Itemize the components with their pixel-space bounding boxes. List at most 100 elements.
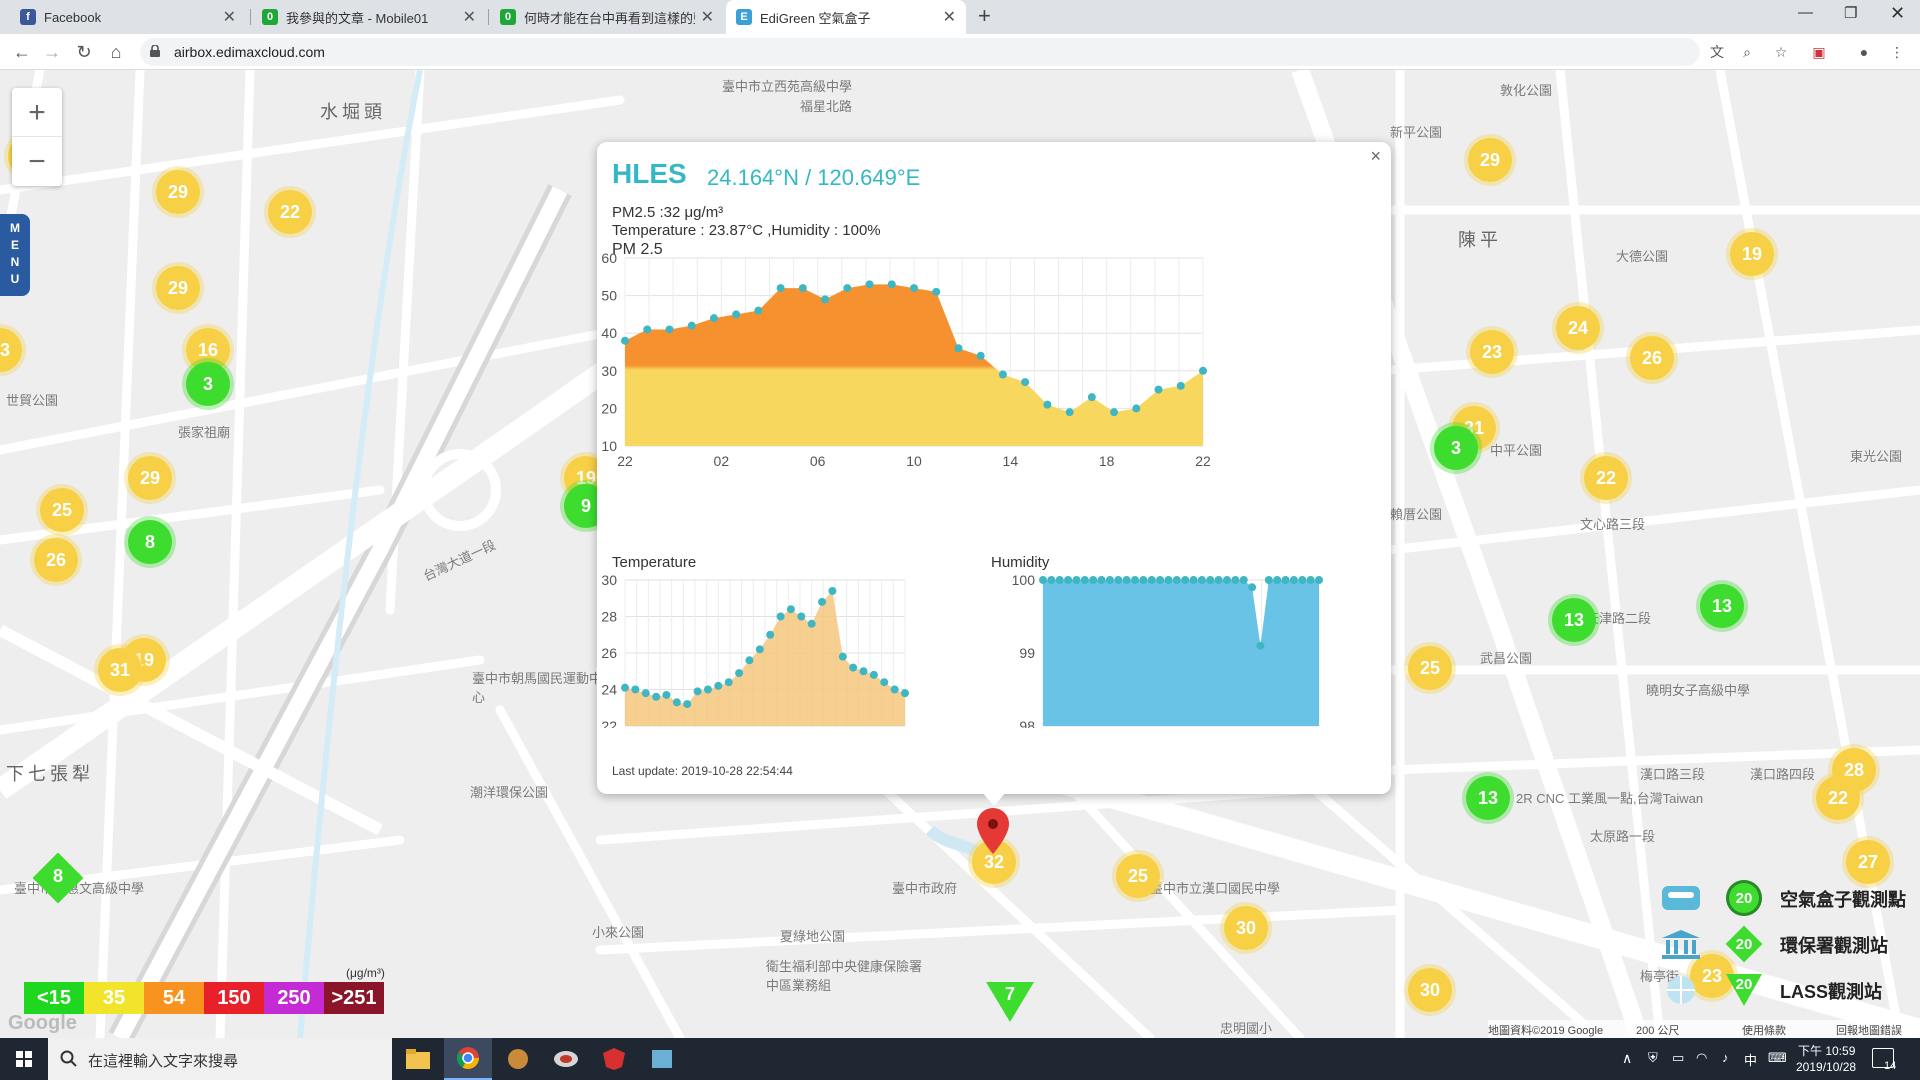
y-tick-label: 10 xyxy=(601,438,617,454)
sensor-cluster[interactable]: 8 xyxy=(128,520,172,564)
pm25-chart: 10 20 30 40 50 60 22 02 06 10 14 18 22 xyxy=(601,252,1211,469)
zoom-icon[interactable]: ⌕ xyxy=(1738,43,1756,61)
menu-kebab-icon[interactable]: ⋮ xyxy=(1888,43,1906,61)
y-tick-label: 26 xyxy=(601,645,617,661)
tray-network-icon[interactable]: ◠ xyxy=(1696,1050,1707,1066)
zoom-out-button[interactable]: − xyxy=(12,137,62,186)
map-label: 福星北路 xyxy=(800,99,853,114)
sensor-cluster[interactable]: 29 xyxy=(128,456,172,500)
series-area xyxy=(625,284,1203,446)
restore-icon[interactable]: ❐ xyxy=(1844,4,1857,22)
sensor-cluster[interactable]: 26 xyxy=(1630,336,1674,380)
sensor-cluster[interactable]: 3 xyxy=(1434,426,1478,470)
y-tick-label: 98 xyxy=(1019,718,1035,728)
chrome-icon[interactable] xyxy=(444,1038,492,1080)
aqi-unit-label: (μg/m³) xyxy=(346,966,385,980)
tray-shield-icon[interactable]: ⛨ xyxy=(1648,1050,1658,1066)
tab-close-icon[interactable]: ✕ xyxy=(223,7,236,27)
reload-icon[interactable]: ↻ xyxy=(72,40,96,64)
data-point xyxy=(1122,576,1131,584)
sensor-cluster[interactable]: 23 xyxy=(1470,330,1514,374)
data-point xyxy=(828,586,837,595)
new-tab-icon[interactable]: + xyxy=(978,3,991,29)
map-label: 漢口路三段 xyxy=(1640,767,1706,782)
x-tick-label: 18 xyxy=(1099,453,1115,469)
data-point xyxy=(1105,576,1114,584)
forward-icon[interactable]: → xyxy=(40,40,64,64)
sensor-cluster[interactable]: 25 xyxy=(1408,646,1452,690)
map-label: 敦化公園 xyxy=(1500,83,1553,98)
home-icon[interactable]: ⌂ xyxy=(104,40,128,64)
tab-edigreen[interactable]: E EdiGreen 空氣盒子 ✕ xyxy=(726,0,966,34)
station-coordinates: 24.164°N / 120.649°E xyxy=(707,165,921,190)
sensor-cluster[interactable]: 29 xyxy=(156,266,200,310)
app-icon[interactable] xyxy=(542,1038,590,1080)
clock-date[interactable]: 2019/10/28 xyxy=(1796,1060,1856,1074)
extension-icon[interactable]: ▣ xyxy=(1810,43,1828,61)
tab-close-icon[interactable]: ✕ xyxy=(943,7,956,27)
tab-facebook[interactable]: f Facebook ✕ xyxy=(10,0,246,34)
data-point xyxy=(1176,381,1185,390)
selected-location-pin-icon[interactable] xyxy=(977,808,1009,854)
sensor-cluster[interactable]: 25 xyxy=(40,488,84,532)
data-point xyxy=(641,689,650,698)
menu-letter: M xyxy=(10,221,20,235)
legend-marker-value: 20 xyxy=(1735,935,1753,953)
sensor-cluster[interactable]: 26 xyxy=(34,538,78,582)
tray-chevron-icon[interactable]: ∧ xyxy=(1622,1050,1632,1067)
ime-indicator[interactable]: 中 xyxy=(1744,1050,1757,1069)
sensor-cluster[interactable]: 19 xyxy=(1730,232,1774,276)
epa-station-value: 8 xyxy=(52,866,63,886)
data-point xyxy=(1147,576,1156,584)
sensor-cluster[interactable]: 24 xyxy=(1556,306,1600,350)
popup-close-button[interactable]: × xyxy=(1370,146,1381,167)
tab-mobile01-bluesky[interactable]: 0 何時才能在台中再看到這樣的藍天 ✕ xyxy=(490,0,724,34)
clock-time[interactable]: 下午 10:59 xyxy=(1798,1042,1855,1059)
sensor-cluster[interactable]: 30 xyxy=(1408,968,1452,1012)
lass-station-marker[interactable]: 7 xyxy=(986,982,1034,1022)
epa-station-marker[interactable]: 8 xyxy=(32,852,84,904)
station-info-popup: × HLES 24.164°N / 120.649°E PM2.5 :32 μg… xyxy=(597,142,1391,794)
sensor-cluster[interactable]: 31 xyxy=(98,648,142,692)
sensor-cluster[interactable]: 25 xyxy=(1116,854,1160,898)
sensor-cluster[interactable]: 22 xyxy=(1584,456,1628,500)
report-map-error-link[interactable]: 回報地圖錯誤 xyxy=(1836,1022,1902,1038)
app-icon[interactable] xyxy=(638,1038,686,1080)
sensor-cluster[interactable]: 30 xyxy=(1224,906,1268,950)
minimize-icon[interactable]: — xyxy=(1798,4,1813,21)
tab-close-icon[interactable]: ✕ xyxy=(701,7,714,27)
tray-volume-icon[interactable]: ♪ xyxy=(1722,1050,1729,1065)
data-point xyxy=(631,685,640,694)
bookmark-star-icon[interactable]: ☆ xyxy=(1772,43,1790,61)
sensor-cluster[interactable]: 29 xyxy=(156,170,200,214)
sensor-cluster[interactable]: 22 xyxy=(268,190,312,234)
file-explorer-icon[interactable] xyxy=(394,1038,442,1080)
sensor-cluster[interactable]: 3 xyxy=(186,362,230,406)
taskbar-search-box[interactable]: 在這裡輸入文字來搜尋 xyxy=(48,1038,392,1080)
data-point xyxy=(776,612,785,621)
profile-icon[interactable]: ● xyxy=(1855,43,1873,61)
terms-link[interactable]: 使用條款 xyxy=(1742,1022,1786,1038)
windows-start-icon[interactable] xyxy=(0,1038,48,1080)
app-icon[interactable] xyxy=(494,1038,542,1080)
data-point xyxy=(672,698,681,707)
window-close-icon[interactable]: ✕ xyxy=(1890,3,1905,24)
app-icon[interactable] xyxy=(590,1038,638,1080)
zoom-in-button[interactable]: + xyxy=(12,88,62,137)
sensor-cluster[interactable]: 13 xyxy=(1466,776,1510,820)
tray-battery-icon[interactable]: ▭ xyxy=(1672,1050,1684,1066)
translate-icon[interactable]: 文 xyxy=(1708,43,1726,61)
tab-mobile01-articles[interactable]: 0 我參與的文章 - Mobile01 ✕ xyxy=(252,0,486,34)
tab-close-icon[interactable]: ✕ xyxy=(463,7,476,27)
tray-keyboard-icon[interactable]: ⌨ xyxy=(1768,1050,1787,1066)
sensor-cluster[interactable]: 13 xyxy=(1552,598,1596,642)
back-icon[interactable]: ← xyxy=(10,40,34,64)
data-point xyxy=(1132,404,1141,413)
sensor-cluster[interactable]: 22 xyxy=(1816,776,1860,820)
data-point xyxy=(687,321,696,330)
sensor-cluster[interactable]: 29 xyxy=(1468,138,1512,182)
y-tick-label: 40 xyxy=(601,325,617,341)
sensor-cluster[interactable]: 13 xyxy=(1700,584,1744,628)
menu-button[interactable]: M E N U xyxy=(0,214,30,296)
address-bar[interactable]: airbox.edimaxcloud.com xyxy=(140,38,1700,66)
